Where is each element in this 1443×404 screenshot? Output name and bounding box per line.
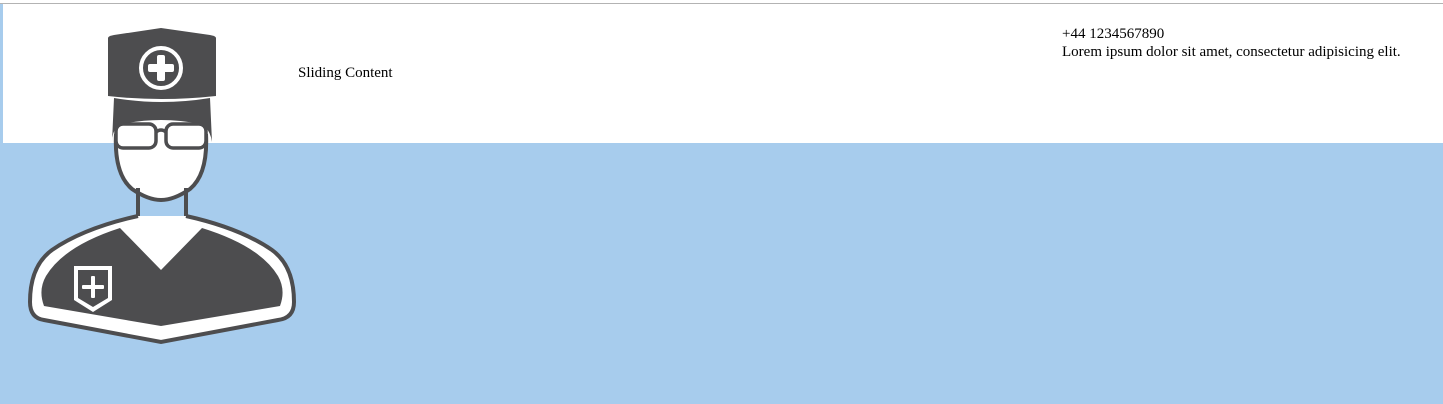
phone-number[interactable]: +44 1234567890 bbox=[1062, 25, 1401, 43]
page: Sliding Content +44 1234567890 Lorem ips… bbox=[0, 0, 1443, 404]
doctor-icon bbox=[27, 28, 297, 345]
contact-info: +44 1234567890 Lorem ipsum dolor sit ame… bbox=[1062, 25, 1401, 61]
sliding-content-text: Sliding Content bbox=[298, 65, 393, 81]
tagline-text: Lorem ipsum dolor sit amet, consectetur … bbox=[1062, 44, 1401, 60]
